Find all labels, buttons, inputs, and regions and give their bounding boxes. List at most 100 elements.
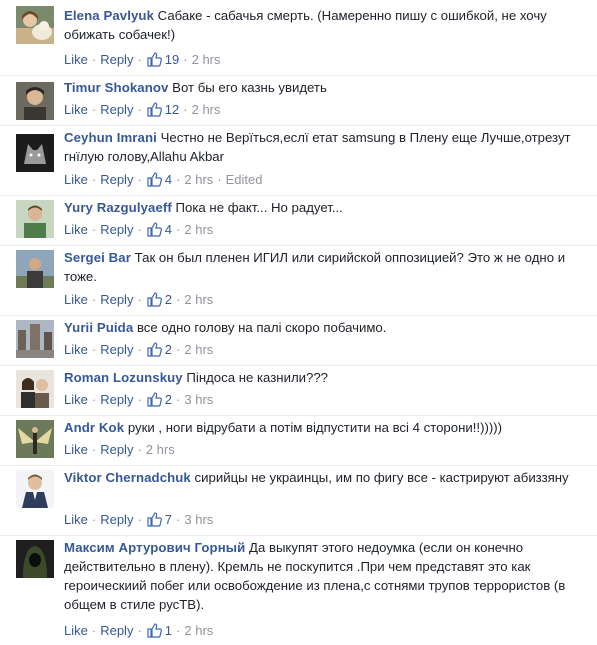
comment-time[interactable]: 2 hrs xyxy=(192,52,221,67)
comment-actions: Like · Reply · 19 · 2 hrs xyxy=(64,50,221,68)
comment-body: Sergei Bar Так он был пленен ИГИЛ или си… xyxy=(64,248,584,286)
avatar[interactable] xyxy=(16,370,54,408)
reply-link[interactable]: Reply xyxy=(100,392,133,407)
comment-time[interactable]: 2 hrs xyxy=(184,172,213,187)
comment-time[interactable]: 2 hrs xyxy=(184,623,213,638)
comment-text: руки , ноги відрубати а потім відпустити… xyxy=(127,420,503,435)
comment-author[interactable]: Максим Артурович Горный xyxy=(64,540,245,555)
avatar[interactable] xyxy=(16,420,54,458)
avatar[interactable] xyxy=(16,134,54,172)
like-count-value: 1 xyxy=(164,622,173,638)
reply-link[interactable]: Reply xyxy=(100,102,133,117)
like-count[interactable]: 7 xyxy=(146,511,172,527)
comment-author[interactable]: Andr Kok xyxy=(64,420,124,435)
like-link[interactable]: Like xyxy=(64,222,88,237)
avatar[interactable] xyxy=(16,200,54,238)
like-count[interactable]: 4 xyxy=(146,171,172,187)
like-link[interactable]: Like xyxy=(64,172,88,187)
comment-body: Ceyhun Imrani Честно не Верїться,еслї ет… xyxy=(64,128,584,166)
avatar[interactable] xyxy=(16,320,54,358)
comment-item: Viktor Chernadchuk сирийцы не украинцы, … xyxy=(0,466,597,536)
separator: · xyxy=(91,51,97,67)
like-count[interactable]: 1 xyxy=(146,622,172,638)
comment-author[interactable]: Yury Razgulyaeff xyxy=(64,200,172,215)
like-count-value: 2 xyxy=(164,391,173,407)
comment-item: Максим Артурович Горный Да выкупят этого… xyxy=(0,536,597,645)
like-link[interactable]: Like xyxy=(64,52,88,67)
comment-text: Вот бы его казнь увидеть xyxy=(172,80,327,95)
comment-item: Ceyhun Imrani Честно не Верїться,еслї ет… xyxy=(0,126,597,196)
like-count[interactable]: 4 xyxy=(146,221,172,237)
reply-link[interactable]: Reply xyxy=(100,172,133,187)
comment-time[interactable]: 2 hrs xyxy=(184,292,213,307)
reply-link[interactable]: Reply xyxy=(100,512,133,527)
reply-link[interactable]: Reply xyxy=(100,442,133,457)
separator: · xyxy=(176,341,181,357)
like-link[interactable]: Like xyxy=(64,623,88,638)
like-link[interactable]: Like xyxy=(64,512,88,527)
separator: · xyxy=(91,341,97,357)
comment-author[interactable]: Viktor Chernadchuk xyxy=(64,470,191,485)
avatar[interactable] xyxy=(16,470,54,508)
comment-time[interactable]: 2 hrs xyxy=(192,102,221,117)
like-link[interactable]: Like xyxy=(64,342,88,357)
avatar[interactable] xyxy=(16,250,54,288)
like-count-value: 12 xyxy=(164,101,180,117)
comment-text: все одно голову на палі скоро побачимо. xyxy=(136,320,387,335)
like-count[interactable]: 12 xyxy=(146,101,179,117)
like-count[interactable]: 2 xyxy=(146,391,172,407)
comment-author[interactable]: Sergei Bar xyxy=(64,250,131,265)
separator: · xyxy=(176,511,181,527)
thumbs-up-icon xyxy=(147,342,162,357)
separator: · xyxy=(137,171,142,187)
reply-link[interactable]: Reply xyxy=(100,52,133,67)
comment-author[interactable]: Ceyhun Imrani xyxy=(64,130,157,145)
like-link[interactable]: Like xyxy=(64,102,88,117)
like-count-value: 2 xyxy=(164,341,173,357)
like-link[interactable]: Like xyxy=(64,292,88,307)
separator: · xyxy=(217,171,222,187)
reply-link[interactable]: Reply xyxy=(100,222,133,237)
separator: · xyxy=(137,391,142,407)
separator: · xyxy=(176,221,181,237)
comment-time[interactable]: 2 hrs xyxy=(184,342,213,357)
avatar[interactable] xyxy=(16,82,54,120)
comment-actions: Like · Reply · 1 · 2 hrs xyxy=(64,621,213,639)
comment-time[interactable]: 2 hrs xyxy=(146,442,175,457)
avatar[interactable] xyxy=(16,6,54,44)
separator: · xyxy=(176,291,181,307)
comment-actions: Like · Reply · 2 · 3 hrs xyxy=(64,390,213,408)
separator: · xyxy=(91,441,97,457)
separator: · xyxy=(91,221,97,237)
comment-body: Timur Shokanov Вот бы его казнь увидеть xyxy=(64,78,584,97)
comment-body: Roman Lozunskuy Піндоса не казнили??? xyxy=(64,368,584,387)
separator: · xyxy=(137,511,142,527)
comment-actions: Like · Reply · 2 · 2 hrs xyxy=(64,290,213,308)
like-count[interactable]: 19 xyxy=(146,51,179,67)
reply-link[interactable]: Reply xyxy=(100,623,133,638)
like-count[interactable]: 2 xyxy=(146,291,172,307)
separator: · xyxy=(176,391,181,407)
comment-author[interactable]: Timur Shokanov xyxy=(64,80,168,95)
comment-author[interactable]: Roman Lozunskuy xyxy=(64,370,183,385)
comment-time[interactable]: 3 hrs xyxy=(184,512,213,527)
reply-link[interactable]: Reply xyxy=(100,342,133,357)
like-link[interactable]: Like xyxy=(64,442,88,457)
reply-link[interactable]: Reply xyxy=(100,292,133,307)
comment-list: Elena Pavlyuk Сабаке - сабачья смерть. (… xyxy=(0,0,597,645)
like-count[interactable]: 2 xyxy=(146,341,172,357)
comment-time[interactable]: 3 hrs xyxy=(184,392,213,407)
edited-label[interactable]: Edited xyxy=(226,172,263,187)
avatar[interactable] xyxy=(16,540,54,578)
like-link[interactable]: Like xyxy=(64,392,88,407)
comment-item: Roman Lozunskuy Піндоса не казнили??? Li… xyxy=(0,366,597,416)
comment-text: Так он был пленен ИГИЛ или сирийской опп… xyxy=(64,250,566,284)
comment-author[interactable]: Yurii Puida xyxy=(64,320,133,335)
comment-time[interactable]: 2 hrs xyxy=(184,222,213,237)
thumbs-up-icon xyxy=(147,102,162,117)
comment-actions: Like · Reply · 7 · 3 hrs xyxy=(64,510,213,528)
comment-author[interactable]: Elena Pavlyuk xyxy=(64,8,154,23)
like-count-value: 4 xyxy=(164,171,173,187)
separator: · xyxy=(91,391,97,407)
separator: · xyxy=(183,51,188,67)
